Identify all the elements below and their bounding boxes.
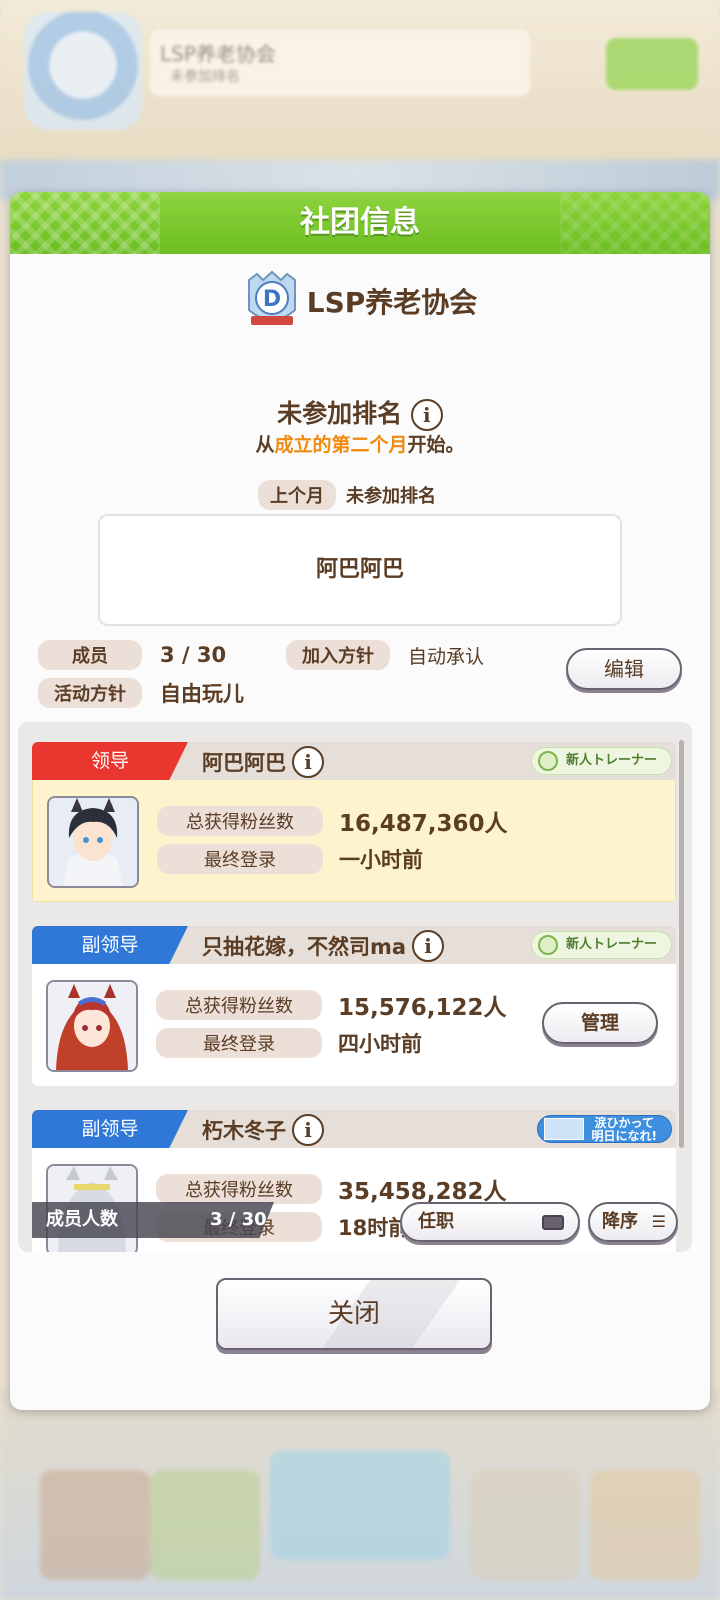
rank-start-highlight: 成立的第二个月 — [274, 434, 408, 456]
member-card-header: 副领导 只抽花嫁，不然司ma i 新人トレーナー — [32, 926, 676, 964]
join-policy-label: 加入方针 — [286, 640, 390, 670]
last-month-label: 上个月 — [258, 480, 336, 510]
login-label: 最终登录 — [156, 1028, 322, 1058]
member-info-icon[interactable]: i — [292, 746, 324, 778]
rank-status-row: 未参加排名 i — [10, 394, 710, 431]
activity-value: 自由玩儿 — [160, 682, 244, 706]
laurel-icon — [537, 751, 558, 771]
background-tile — [150, 1470, 260, 1580]
background-club-status: 未参加排名 — [170, 69, 240, 85]
club-description: 阿巴阿巴 — [98, 514, 622, 626]
title-badge-line1: 涙ひかって — [594, 1116, 654, 1130]
activity-label: 活动方针 — [38, 678, 142, 708]
background-tile — [40, 1470, 150, 1580]
close-button[interactable]: 关闭 — [216, 1278, 492, 1350]
header-pattern — [10, 192, 160, 254]
role-tag: 副领导 — [32, 926, 188, 964]
laurel-icon — [537, 935, 558, 955]
svg-text:D: D — [263, 287, 281, 312]
title-badge-label: 新人トレーナー — [565, 937, 657, 952]
title-badge: 涙ひかって 明日になれ! — [536, 1115, 672, 1143]
background-tile — [590, 1470, 700, 1580]
sort-key-button[interactable]: 任职 — [400, 1202, 580, 1242]
fans-row: 总获得粉丝数 15,576,122人 — [156, 988, 507, 1022]
rank-start-note: 从成立的第二个月开始。 — [10, 430, 710, 457]
member-list-footer: 成员人数 3 / 30 任职 降序 ☰ — [18, 1200, 692, 1244]
login-value: 四小时前 — [338, 1032, 422, 1056]
club-name-row: D LSP养老协会 — [10, 270, 710, 332]
member-card-body: 总获得粉丝数 16,487,360人 最终登录 一小时前 — [32, 780, 676, 902]
background-bottom-menu — [0, 1390, 720, 1600]
member-count-label: 成员人数 — [46, 1209, 118, 1230]
rank-start-prefix: 从 — [255, 434, 275, 456]
member-card[interactable]: 副领导 只抽花嫁，不然司ma i 新人トレーナー 总获得粉丝数 15,576,1… — [32, 926, 676, 1086]
background-club-name: LSP养老协会 — [160, 42, 276, 66]
title-badge: 新人トレーナー — [530, 747, 672, 775]
login-value: 一小时前 — [339, 848, 423, 872]
members-meta: 成员 3 / 30 — [38, 640, 226, 670]
dialog-title: 社团信息 — [300, 205, 420, 240]
sort-order-label: 降序 — [602, 1211, 638, 1232]
member-name: 只抽花嫁，不然司ma — [202, 935, 407, 959]
member-name-row: 只抽花嫁，不然司ma i — [202, 930, 445, 962]
sort-key-label: 任职 — [418, 1211, 454, 1232]
background-header: LSP养老协会 未参加排名 — [0, 0, 720, 165]
trainer-portrait[interactable] — [47, 796, 139, 888]
close-button-label: 关闭 — [327, 1299, 380, 1329]
member-card-header: 副领导 朽木冬子 i 涙ひかって 明日になれ! — [32, 1110, 676, 1148]
fans-value: 16,487,360人 — [339, 811, 508, 837]
title-badge-line2: 明日になれ! — [591, 1129, 657, 1143]
member-card[interactable]: 领导 阿巴阿巴 i 新人トレーナー 总获得粉丝数 16,487,360人 最终登… — [32, 742, 676, 902]
sort-order-button[interactable]: 降序 ☰ — [588, 1202, 678, 1242]
members-label: 成员 — [38, 640, 142, 670]
role-tag: 领导 — [32, 742, 188, 780]
rank-info-icon[interactable]: i — [410, 399, 443, 431]
member-count-value: 3 / 30 — [210, 1209, 267, 1230]
rank-status: 未参加排名 — [277, 399, 403, 428]
club-emblem-icon: D — [243, 270, 301, 332]
activity-meta: 活动方针 自由玩儿 — [38, 678, 244, 708]
member-info-icon[interactable]: i — [412, 930, 445, 962]
login-label: 最终登录 — [157, 844, 323, 874]
background-tile — [270, 1450, 450, 1560]
join-policy-meta: 加入方针 自动承认 — [286, 640, 484, 670]
fans-label: 总获得粉丝数 — [157, 806, 323, 836]
join-policy-value: 自动承认 — [408, 645, 485, 668]
rank-start-suffix: 开始。 — [407, 434, 465, 456]
member-name-row: 朽木冬子 i — [202, 1114, 324, 1146]
trainer-portrait[interactable] — [46, 980, 138, 1072]
background-green-button — [606, 38, 698, 90]
fans-value: 15,576,122人 — [338, 995, 507, 1021]
edit-button[interactable]: 编辑 — [566, 648, 682, 690]
background-tile — [470, 1470, 580, 1580]
title-badge-label: 新人トレーナー — [565, 753, 657, 768]
login-row: 最终登录 四小时前 — [156, 1028, 422, 1058]
members-value: 3 / 30 — [160, 643, 227, 667]
last-month-value: 未参加排名 — [346, 486, 436, 507]
last-month-row: 上个月 未参加排名 — [258, 480, 436, 510]
member-list[interactable]: 领导 阿巴阿巴 i 新人トレーナー 总获得粉丝数 16,487,360人 最终登… — [18, 722, 692, 1252]
header-pattern — [560, 192, 710, 254]
login-row: 最终登录 一小时前 — [157, 844, 423, 874]
club-emblem-icon — [24, 12, 142, 130]
member-name: 朽木冬子 — [202, 1119, 286, 1143]
club-name: LSP养老协会 — [306, 286, 478, 319]
sort-lines-icon: ☰ — [651, 1212, 666, 1231]
member-name: 阿巴阿巴 — [202, 751, 286, 775]
member-card-body: 总获得粉丝数 15,576,122人 最终登录 四小时前 管理 — [32, 964, 676, 1086]
member-list-scrollbar[interactable] — [679, 740, 684, 1148]
title-badge: 新人トレーナー — [530, 931, 672, 959]
member-count: 成员人数 3 / 30 — [32, 1202, 274, 1238]
title-badge-picture — [543, 1118, 584, 1140]
role-tag: 副领导 — [32, 1110, 188, 1148]
member-info-icon[interactable]: i — [292, 1114, 324, 1146]
member-card-header: 领导 阿巴阿巴 i 新人トレーナー — [32, 742, 676, 780]
fans-label: 总获得粉丝数 — [156, 990, 322, 1020]
dialog-header: 社团信息 — [10, 192, 710, 254]
club-info-dialog: 社团信息 D LSP养老协会 未参加排名 i 从成立的第二个月开始。 上个月 未… — [10, 192, 710, 1410]
member-name-row: 阿巴阿巴 i — [202, 746, 324, 778]
card-icon — [542, 1215, 564, 1230]
manage-button[interactable]: 管理 — [542, 1002, 658, 1044]
fans-row: 总获得粉丝数 16,487,360人 — [157, 804, 508, 838]
